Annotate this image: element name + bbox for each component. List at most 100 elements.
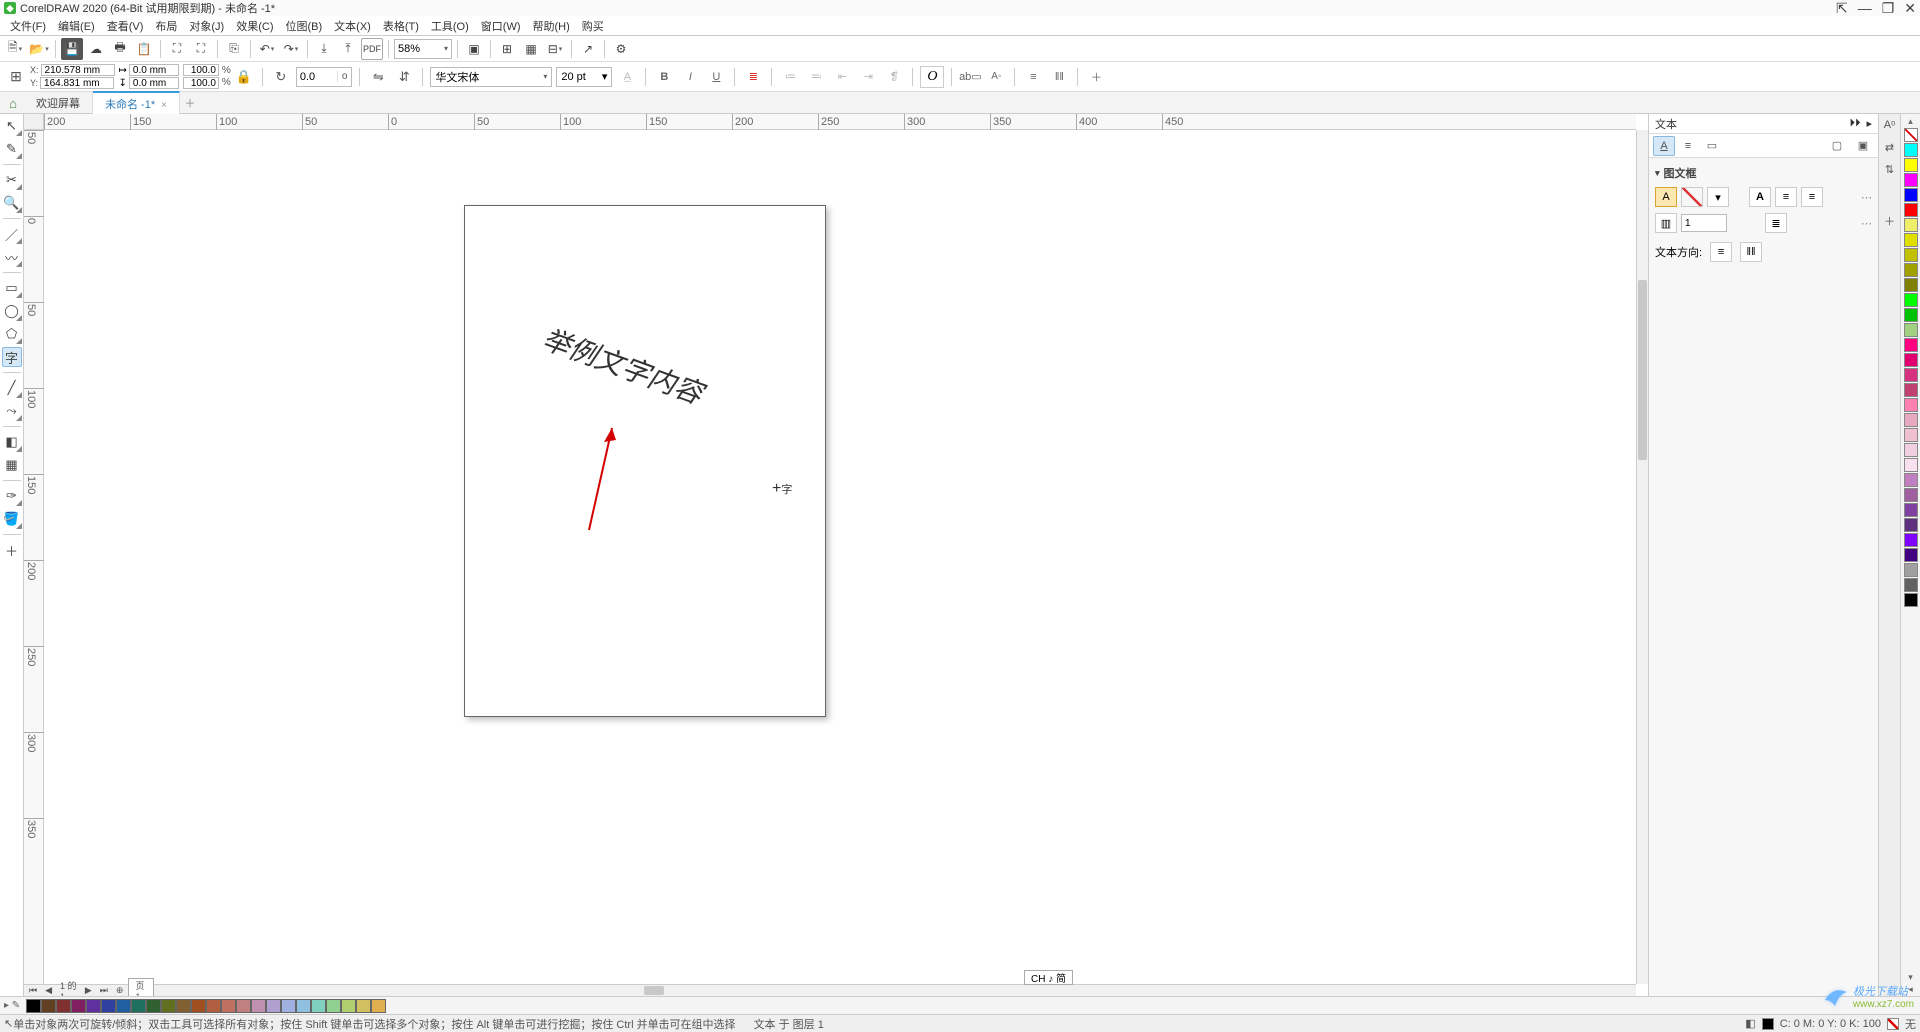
panel-tab-3-icon[interactable]: ⇅	[1881, 160, 1899, 178]
doc-color-swatch[interactable]	[236, 999, 251, 1013]
maximize-icon[interactable]: ❐	[1882, 0, 1895, 17]
canvas[interactable]: 20015010050050100150200250300350400450 5…	[24, 114, 1648, 996]
tab-close-icon[interactable]: ×	[161, 100, 167, 111]
doc-color-swatch[interactable]	[26, 999, 41, 1013]
doc-color-swatch[interactable]	[161, 999, 176, 1013]
doc-color-swatch[interactable]	[56, 999, 71, 1013]
ime-indicator[interactable]: CH ♪ 简	[1024, 970, 1073, 985]
prev-page-icon[interactable]: ◀	[42, 985, 55, 996]
add-tool-icon[interactable]: ＋	[2, 540, 22, 560]
zoom-level[interactable]: 58%▾	[394, 39, 452, 59]
menu-table[interactable]: 表格(T)	[377, 16, 425, 36]
doc-color-swatch[interactable]	[281, 999, 296, 1013]
tab-welcome[interactable]: 欢迎屏幕	[24, 92, 93, 114]
doc-color-swatch[interactable]	[296, 999, 311, 1013]
last-page-icon[interactable]: ⏭	[97, 985, 111, 996]
italic-icon[interactable]: I	[679, 66, 701, 88]
export-icon[interactable]: ⤒	[337, 38, 359, 60]
color-swatch[interactable]	[1904, 263, 1918, 277]
indent-inc-icon[interactable]: ⇥	[857, 66, 879, 88]
launch-icon[interactable]: ↗	[577, 38, 599, 60]
cloud-up-icon[interactable]: ☁︎	[85, 38, 107, 60]
color-swatch[interactable]	[1904, 458, 1918, 472]
menu-layout[interactable]: 布局	[149, 16, 183, 36]
pdf-export-icon[interactable]: PDF	[361, 38, 383, 60]
numbering-icon[interactable]: ≕	[805, 66, 827, 88]
copy-icon[interactable]: ⎘	[223, 38, 245, 60]
scale-y-field[interactable]	[183, 77, 219, 89]
rectangle-tool-icon[interactable]: ▭	[2, 278, 22, 298]
menu-window[interactable]: 窗口(W)	[475, 16, 527, 36]
viewport[interactable]: 举例文字内容 +字 CH ♪ 简	[44, 130, 1636, 984]
color-swatch[interactable]	[1904, 188, 1918, 202]
doc-color-swatch[interactable]	[131, 999, 146, 1013]
save-icon[interactable]: 💾	[61, 38, 83, 60]
menu-text[interactable]: 文本(X)	[328, 16, 377, 36]
zoom-tool-icon[interactable]: 🔍	[2, 193, 22, 213]
char-tab-icon[interactable]: A	[1653, 136, 1675, 156]
menu-bitmap[interactable]: 位图(B)	[280, 16, 329, 36]
text-dir-h-icon[interactable]: ≡	[1022, 66, 1044, 88]
close-icon[interactable]: ✕	[1904, 0, 1916, 17]
doc-color-swatch[interactable]	[206, 999, 221, 1013]
docker-opt1-icon[interactable]: ▢	[1826, 136, 1848, 156]
menu-tools[interactable]: 工具(O)	[425, 16, 475, 36]
palette-flyout-icon[interactable]: ◂	[1908, 984, 1913, 996]
color-swatch[interactable]	[1904, 323, 1918, 337]
scrollbar-thumb[interactable]	[1638, 280, 1647, 460]
snap-grid-icon[interactable]: ▦	[520, 38, 542, 60]
home-icon[interactable]: ⌂	[4, 94, 22, 112]
text-align-icon[interactable]: ≣	[742, 66, 764, 88]
artistic-media-icon[interactable]: 〰	[2, 247, 22, 267]
section-more-icon[interactable]: ⋯	[1861, 191, 1872, 204]
para-tab-icon[interactable]: ≡	[1677, 136, 1699, 156]
color-swatch[interactable]	[1904, 488, 1918, 502]
eyedropper-tool-icon[interactable]: ✑	[2, 486, 22, 506]
menu-object[interactable]: 对象(J)	[183, 16, 230, 36]
next-page-icon[interactable]: ▶	[82, 985, 95, 996]
menu-view[interactable]: 查看(V)	[101, 16, 150, 36]
color-swatch[interactable]	[1904, 338, 1918, 352]
doc-color-swatch[interactable]	[326, 999, 341, 1013]
vertical-scrollbar[interactable]	[1636, 130, 1648, 984]
frame-style-2[interactable]: ▾	[1707, 187, 1729, 207]
ellipse-tool-icon[interactable]: ◯	[2, 301, 22, 321]
pick-tool-icon[interactable]: ↖	[2, 116, 22, 136]
font-family-select[interactable]: 华文宋体▾	[430, 67, 552, 87]
frame-align-r-icon[interactable]: ≡	[1801, 187, 1823, 207]
color-swatch[interactable]	[1904, 383, 1918, 397]
palette-up-icon[interactable]: ▴	[1908, 116, 1913, 128]
col-align-icon[interactable]: ≣	[1765, 213, 1787, 233]
shape-tool-icon[interactable]: ✎	[2, 139, 22, 159]
doc-color-swatch[interactable]	[356, 999, 371, 1013]
indent-dec-icon[interactable]: ⇤	[831, 66, 853, 88]
color-swatch[interactable]	[1904, 293, 1918, 307]
color-swatch[interactable]	[1904, 593, 1918, 607]
ruler-origin[interactable]	[24, 114, 44, 130]
frame-style-none[interactable]	[1681, 187, 1703, 207]
color-swatch[interactable]	[1904, 278, 1918, 292]
undo-link-icon[interactable]: ⛶	[166, 38, 188, 60]
doc-color-swatch[interactable]	[371, 999, 386, 1013]
palette-down-icon[interactable]: ▾	[1908, 972, 1913, 984]
import-icon[interactable]: ⤓	[313, 38, 335, 60]
frame-tab-icon[interactable]: ▭	[1701, 136, 1723, 156]
pos-x-field[interactable]	[41, 64, 115, 76]
first-page-icon[interactable]: ⏮	[26, 985, 40, 996]
panel-tab-2-icon[interactable]: ⇄	[1881, 138, 1899, 156]
color-swatch[interactable]	[1904, 218, 1918, 232]
color-swatch[interactable]	[1904, 428, 1918, 442]
freehand-tool-icon[interactable]: ／	[2, 224, 22, 244]
doc-color-swatch[interactable]	[311, 999, 326, 1013]
menu-effect[interactable]: 效果(C)	[230, 16, 279, 36]
new-doc-icon[interactable]: 🗎	[4, 38, 26, 60]
window-restore-icon[interactable]: ⇱	[1836, 0, 1848, 17]
mirror-h-icon[interactable]: ⇋	[367, 66, 389, 88]
add-page-icon[interactable]: ⊕	[113, 985, 127, 996]
color-swatch[interactable]	[1904, 548, 1918, 562]
page-tab[interactable]: 页 1	[128, 978, 154, 996]
height-field[interactable]	[129, 77, 179, 89]
color-swatch[interactable]	[1904, 248, 1918, 262]
fill-swatch-icon[interactable]: ◧	[1745, 1017, 1755, 1030]
character-icon[interactable]: A◦	[985, 66, 1007, 88]
